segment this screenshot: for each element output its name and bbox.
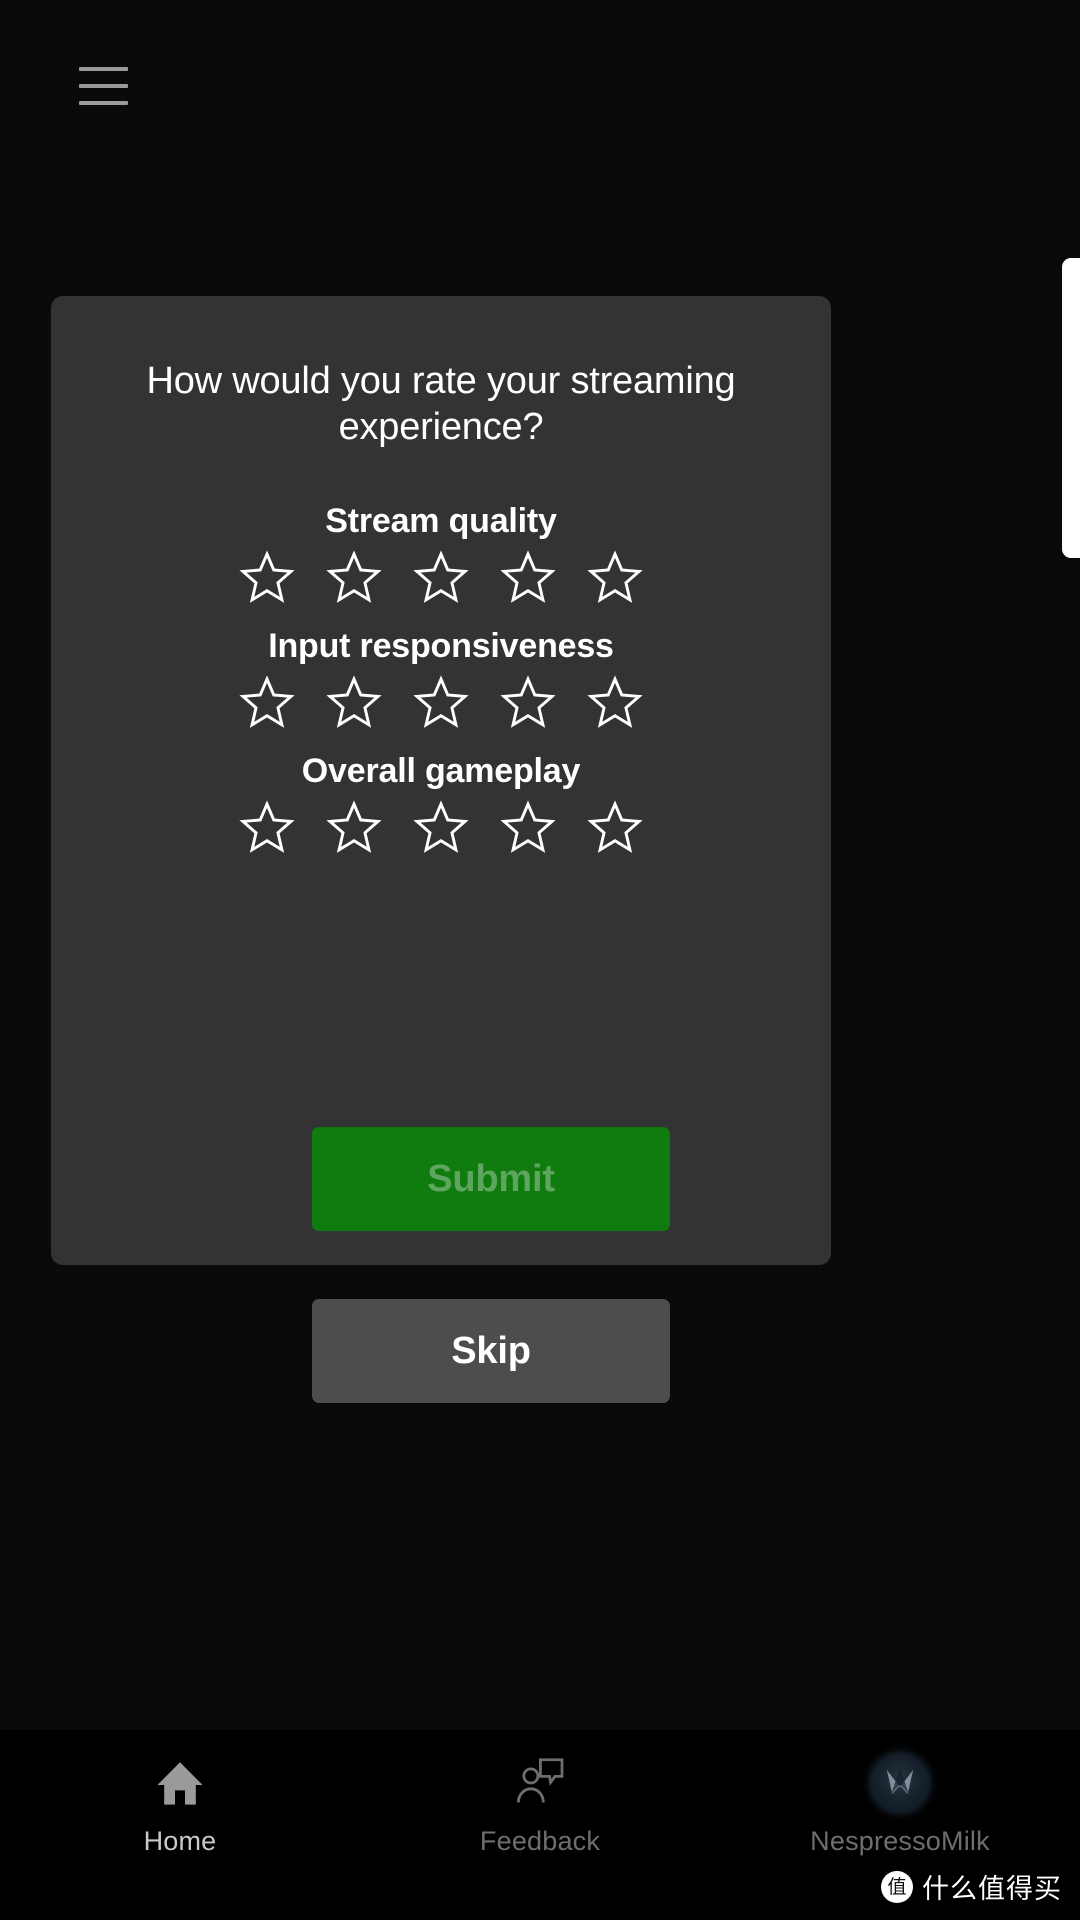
star-3-icon[interactable] (413, 549, 469, 605)
watermark-logo-icon: 值 (881, 1870, 913, 1903)
star-1-icon[interactable] (239, 549, 295, 605)
rating-group-label: Stream quality (325, 502, 557, 540)
watermark: 值 什么值得买 (881, 1867, 1062, 1906)
star-5-icon[interactable] (587, 799, 643, 855)
star-5-icon[interactable] (587, 674, 643, 730)
rating-group-input-responsiveness: Input responsiveness (91, 627, 791, 730)
skip-button[interactable]: Skip (312, 1299, 670, 1403)
star-4-icon[interactable] (500, 674, 556, 730)
rating-group-label: Overall gameplay (301, 752, 581, 790)
home-icon (151, 1754, 209, 1812)
scrollbar-thumb[interactable] (1062, 258, 1080, 558)
hamburger-bar-3 (78, 101, 128, 105)
nav-label-home: Home (143, 1826, 217, 1856)
star-2-icon[interactable] (326, 549, 382, 605)
star-2-icon[interactable] (326, 674, 382, 730)
rating-group-stream-quality: Stream quality (91, 502, 791, 605)
rating-group-overall-gameplay: Overall gameplay (91, 752, 791, 855)
submit-button[interactable]: Submit (312, 1127, 670, 1231)
star-4-icon[interactable] (500, 799, 556, 855)
profile-avatar-icon (871, 1754, 929, 1812)
star-rating-input-responsiveness (91, 674, 791, 730)
star-2-icon[interactable] (326, 799, 382, 855)
star-rating-overall-gameplay (91, 799, 791, 855)
nav-label-profile: NespressoMilk (810, 1826, 990, 1856)
nav-item-feedback[interactable]: Feedback (360, 1754, 720, 1857)
rating-dialog: How would you rate your streaming experi… (51, 296, 831, 1403)
star-1-icon[interactable] (239, 674, 295, 730)
hamburger-menu-icon[interactable] (62, 54, 144, 118)
star-3-icon[interactable] (413, 799, 469, 855)
hamburger-bar-2 (78, 84, 128, 88)
nav-item-home[interactable]: Home (0, 1754, 360, 1857)
watermark-text: 什么值得买 (922, 1874, 1062, 1905)
star-5-icon[interactable] (587, 549, 643, 605)
star-4-icon[interactable] (500, 549, 556, 605)
nav-item-profile[interactable]: NespressoMilk (720, 1754, 1080, 1857)
app-screen: How would you rate your streaming experi… (0, 0, 1080, 1920)
star-1-icon[interactable] (239, 799, 295, 855)
star-3-icon[interactable] (413, 674, 469, 730)
page-title: How would you rate your streaming experi… (146, 360, 736, 448)
feedback-person-speech-icon (511, 1754, 569, 1812)
avatar (872, 1755, 928, 1811)
star-rating-stream-quality (91, 549, 791, 605)
hamburger-bar-1 (78, 67, 128, 71)
rating-group-label: Input responsiveness (268, 627, 614, 665)
nav-label-feedback: Feedback (479, 1826, 601, 1856)
